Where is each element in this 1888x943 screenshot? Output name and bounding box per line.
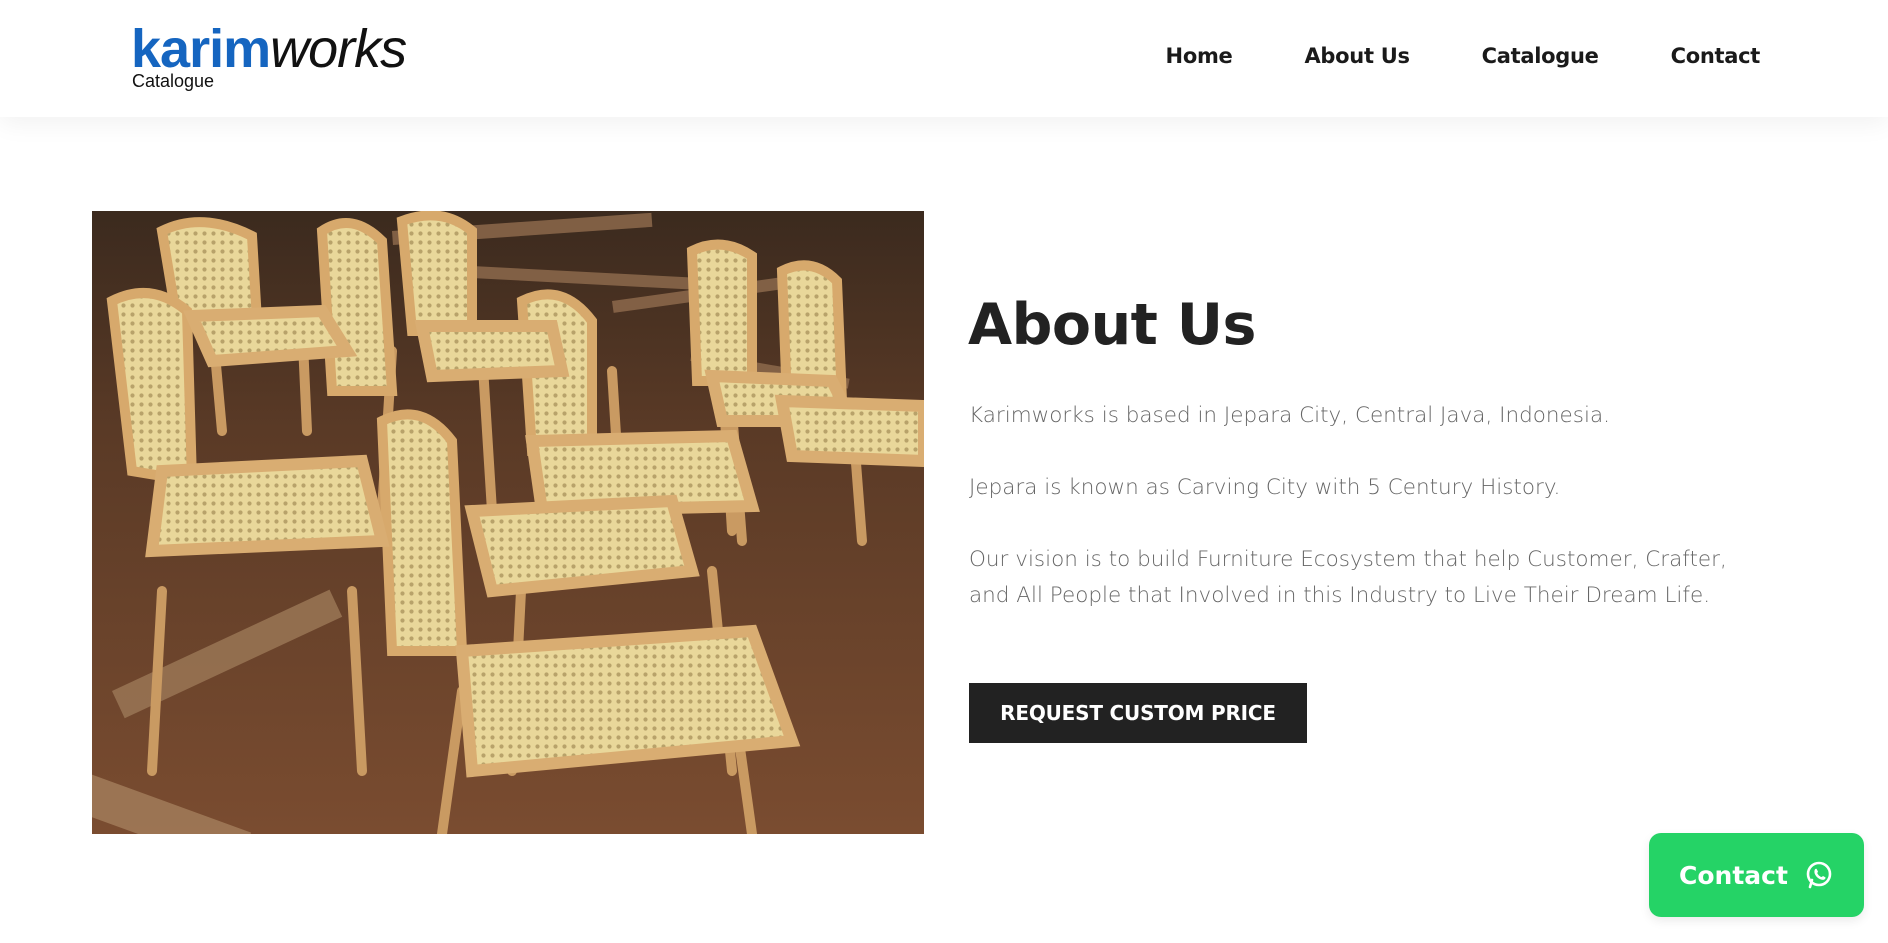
about-paragraph-3: Our vision is to build Furniture Ecosyst…	[969, 547, 1727, 608]
nav-catalogue[interactable]: Catalogue	[1482, 44, 1599, 68]
logo-secondary: works	[270, 19, 407, 79]
logo-subtitle: Catalogue	[132, 71, 215, 91]
floating-contact-label: Contact	[1679, 860, 1788, 890]
rattan-chairs-image	[92, 211, 924, 834]
logo-primary: karim	[131, 19, 271, 79]
logo-wordmark: karimworks	[131, 19, 407, 79]
about-paragraph-2: Jepara is known as Carving City with 5 C…	[969, 475, 1561, 500]
site-logo[interactable]: karimworks Catalogue	[131, 19, 407, 90]
nav-contact[interactable]: Contact	[1671, 44, 1761, 68]
site-header: karimworks Catalogue Home About Us Catal…	[0, 0, 1888, 117]
about-title: About Us	[968, 292, 1256, 358]
whatsapp-icon	[1804, 860, 1834, 890]
floating-contact-button[interactable]: Contact	[1649, 833, 1864, 917]
main-nav: Home About Us Catalogue Contact	[1166, 44, 1761, 68]
about-photo	[92, 211, 924, 834]
about-paragraph-1: Karimworks is based in Jepara City, Cent…	[969, 403, 1610, 428]
nav-home[interactable]: Home	[1166, 44, 1233, 68]
nav-about-us[interactable]: About Us	[1304, 44, 1409, 68]
request-custom-price-button[interactable]: REQUEST CUSTOM PRICE	[969, 683, 1307, 743]
